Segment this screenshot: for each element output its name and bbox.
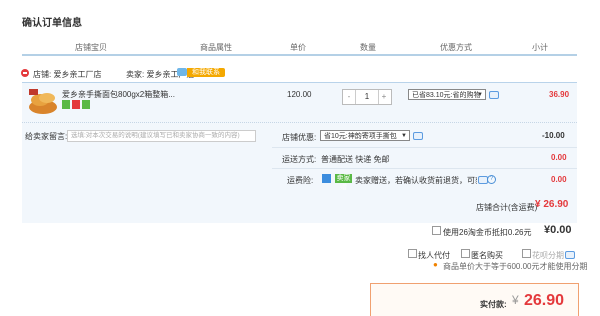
help-icon[interactable]: ?	[487, 175, 496, 184]
installment-label: 花呗分期	[532, 251, 564, 260]
shop-discount-value: -10.00	[542, 131, 565, 140]
payable-label: 实付款:	[480, 300, 507, 309]
coins-label: 使用26淘金币抵扣0.26元	[443, 228, 532, 237]
divider	[272, 147, 577, 148]
insurance-checkbox[interactable]	[322, 174, 331, 183]
guarantee-icon	[82, 100, 90, 109]
qty-decrease-button[interactable]: -	[343, 90, 355, 104]
insurance-text: 卖家赠送，若确认收货前退货，可获得...	[355, 176, 477, 185]
shipping-price: 0.00	[551, 153, 567, 162]
insurance-badge: 卖家赠	[335, 174, 352, 191]
chat-icon[interactable]	[413, 132, 423, 140]
wangwang-icon[interactable]	[177, 68, 187, 76]
item-discount-selected: 已省83.10元:省的购物	[412, 92, 481, 99]
shop-discount-selected: 省10元:神韵寄项手撕包	[324, 133, 397, 140]
installment-checkbox[interactable]	[522, 249, 531, 258]
store-total-label: 店铺合计(含运费)	[476, 203, 538, 212]
item-title[interactable]: 爱乡亲手撕面包800gx2箱整箱...	[62, 89, 175, 100]
proxy-pay-checkbox[interactable]	[408, 249, 417, 258]
contact-seller-button[interactable]: 和我联系	[187, 68, 225, 77]
chat-icon[interactable]	[489, 91, 499, 99]
anonymous-checkbox[interactable]	[461, 249, 470, 258]
quantity-stepper: - 1 +	[342, 89, 392, 105]
product-thumbnail[interactable]	[27, 87, 59, 115]
anonymous-label: 匿名购买	[471, 251, 503, 260]
credit-card-icon	[72, 100, 80, 109]
item-discount-select[interactable]: 已省83.10元:省的购物 ▼	[408, 89, 486, 100]
col-header-subtotal: 小计	[532, 43, 548, 52]
shipping-method: 普通配送 快递 免邮	[321, 155, 390, 164]
col-header-price: 单价	[290, 43, 306, 52]
page-title: 确认订单信息	[22, 18, 82, 29]
coins-checkbox[interactable]	[432, 226, 441, 235]
col-header-attributes: 商品属性	[200, 43, 232, 52]
qty-increase-button[interactable]: +	[378, 90, 390, 104]
payable-value: 26.90	[524, 292, 565, 309]
insurance-price: 0.00	[551, 175, 567, 184]
shop-discount-label: 店铺优惠:	[282, 133, 317, 142]
item-unit-price: 120.00	[287, 90, 312, 99]
shop-icon	[21, 69, 29, 77]
qty-input[interactable]: 1	[355, 90, 379, 104]
installment-note: 商品单价大于等于600.00元才能使用分期	[443, 262, 588, 271]
message-label: 给卖家留言:	[25, 132, 68, 141]
store-total-value: ¥ 26.90	[535, 199, 569, 210]
dropdown-arrow-icon: ▼	[477, 92, 483, 98]
shipping-label: 运送方式:	[282, 155, 317, 164]
dropdown-arrow-icon: ▼	[401, 133, 407, 139]
payable-currency: ¥	[512, 293, 519, 307]
col-header-quantity: 数量	[360, 43, 376, 52]
col-header-shop-item: 店铺宝贝	[75, 43, 107, 52]
item-subtotal: 36.90	[549, 90, 570, 99]
header-divider	[22, 54, 577, 56]
message-input[interactable]: 选填:对本次交易的说明(建议填写已和卖家协商一致的内容)	[67, 130, 256, 142]
shop-name[interactable]: 店铺: 爱乡亲工厂店	[33, 69, 101, 80]
coins-value: ¥0.00	[544, 224, 572, 236]
seven-day-return-icon	[62, 100, 70, 109]
divider	[272, 168, 577, 169]
insurance-label: 运费险:	[287, 176, 314, 185]
chat-icon[interactable]	[565, 251, 575, 259]
location-pin-icon: ●	[433, 260, 438, 269]
shop-discount-select[interactable]: 省10元:神韵寄项手撕包 ▼	[320, 130, 410, 141]
col-header-discount: 优惠方式	[440, 43, 472, 52]
